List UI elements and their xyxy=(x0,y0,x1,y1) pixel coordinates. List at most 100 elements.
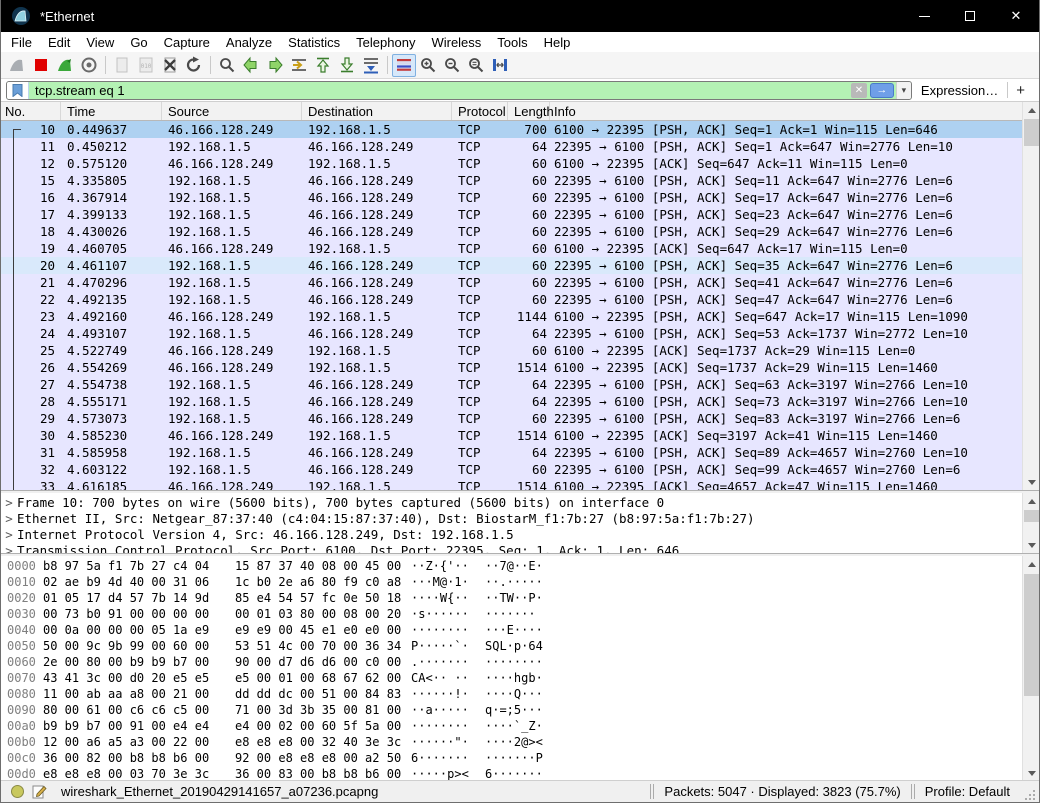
capture-options-icon[interactable] xyxy=(77,54,101,77)
hex-row-0070[interactable]: 007043 41 3c 00 d0 20 e5 e5e5 00 01 00 6… xyxy=(1,670,1024,686)
hex-row-00b0[interactable]: 00b012 00 a6 a5 a3 00 22 00e8 e8 e8 00 3… xyxy=(1,734,1024,750)
hex-row-0040[interactable]: 004000 0a 00 00 00 05 1a e9e9 e9 00 45 e… xyxy=(1,622,1024,638)
menu-analyze[interactable]: Analyze xyxy=(218,33,280,52)
go-back-icon[interactable] xyxy=(239,54,263,77)
menu-telephony[interactable]: Telephony xyxy=(348,33,423,52)
hex-row-00c0[interactable]: 00c036 00 82 00 b8 b8 b6 0092 00 e8 e8 e… xyxy=(1,750,1024,766)
hex-row-0080[interactable]: 008011 00 ab aa a8 00 21 00dd dd dc 00 5… xyxy=(1,686,1024,702)
scroll-down-icon[interactable] xyxy=(1023,474,1040,490)
packet-row-16[interactable]: 164.367914192.168.1.546.166.128.249TCP60… xyxy=(1,189,1024,206)
packet-row-10[interactable]: 100.44963746.166.128.249192.168.1.5TCP70… xyxy=(1,121,1024,138)
hex-row-0020[interactable]: 002001 05 17 d4 57 7b 14 9d85 e4 54 57 f… xyxy=(1,590,1024,606)
filter-apply-button[interactable]: → xyxy=(870,83,894,98)
go-first-packet-icon[interactable] xyxy=(311,54,335,77)
capture-comment-icon[interactable] xyxy=(32,784,47,799)
menu-tools[interactable]: Tools xyxy=(489,33,535,52)
menu-capture[interactable]: Capture xyxy=(156,33,218,52)
packet-list-scrollbar[interactable] xyxy=(1022,102,1039,490)
expand-chevron-icon[interactable]: > xyxy=(1,495,17,511)
scrollbar-thumb[interactable] xyxy=(1024,119,1039,146)
close-file-icon[interactable] xyxy=(158,54,182,77)
go-to-packet-icon[interactable] xyxy=(287,54,311,77)
resize-grip[interactable] xyxy=(1024,789,1037,802)
open-file-icon[interactable] xyxy=(110,54,134,77)
column-header-destination[interactable]: Destination xyxy=(302,102,452,120)
menu-statistics[interactable]: Statistics xyxy=(280,33,348,52)
bytes-scrollbar[interactable] xyxy=(1022,556,1039,781)
packet-row-19[interactable]: 194.46070546.166.128.249192.168.1.5TCP60… xyxy=(1,240,1024,257)
reload-icon[interactable] xyxy=(182,54,206,77)
details-scrollbar[interactable] xyxy=(1022,493,1039,553)
hex-row-0010[interactable]: 001002 ae b9 4d 40 00 31 061c b0 2e a6 8… xyxy=(1,574,1024,590)
zoom-out-icon[interactable] xyxy=(440,54,464,77)
scrollbar-thumb[interactable] xyxy=(1024,574,1039,696)
expert-info-icon[interactable] xyxy=(11,785,24,798)
expand-chevron-icon[interactable]: > xyxy=(1,527,17,543)
filter-clear-button[interactable]: ✕ xyxy=(851,83,867,98)
hex-row-0030[interactable]: 003000 73 b0 91 00 00 00 0000 01 03 80 0… xyxy=(1,606,1024,622)
packet-row-18[interactable]: 184.430026192.168.1.546.166.128.249TCP60… xyxy=(1,223,1024,240)
filter-bookmark-button[interactable] xyxy=(7,82,29,99)
packet-row-17[interactable]: 174.399133192.168.1.546.166.128.249TCP60… xyxy=(1,206,1024,223)
packet-row-25[interactable]: 254.52274946.166.128.249192.168.1.5TCP60… xyxy=(1,342,1024,359)
colorize-packets-icon[interactable] xyxy=(392,54,416,77)
filter-add-button[interactable]: + xyxy=(1008,82,1034,99)
auto-scroll-icon[interactable] xyxy=(359,54,383,77)
scroll-up-icon[interactable] xyxy=(1023,102,1040,118)
packet-row-21[interactable]: 214.470296192.168.1.546.166.128.249TCP60… xyxy=(1,274,1024,291)
column-header-source[interactable]: Source xyxy=(162,102,302,120)
packet-row-26[interactable]: 264.55426946.166.128.249192.168.1.5TCP15… xyxy=(1,359,1024,376)
scroll-down-icon[interactable] xyxy=(1023,765,1040,781)
detail-row-3[interactable]: >Transmission Control Protocol, Src Port… xyxy=(1,543,1024,553)
stop-capture-icon[interactable] xyxy=(29,54,53,77)
hex-row-00d0[interactable]: 00d0e8 e8 e8 00 03 70 3e 3c36 00 83 00 b… xyxy=(1,766,1024,781)
column-header-protocol[interactable]: Protocol xyxy=(452,102,508,120)
packet-row-31[interactable]: 314.585958192.168.1.546.166.128.249TCP64… xyxy=(1,444,1024,461)
restart-capture-icon[interactable] xyxy=(53,54,77,77)
packet-row-12[interactable]: 120.57512046.166.128.249192.168.1.5TCP60… xyxy=(1,155,1024,172)
filter-dropdown-button[interactable]: ▾ xyxy=(896,82,911,99)
maximize-button[interactable] xyxy=(947,0,993,32)
hex-row-0060[interactable]: 00602e 00 80 00 b9 b9 b7 0090 00 d7 d6 d… xyxy=(1,654,1024,670)
packet-row-11[interactable]: 110.450212192.168.1.546.166.128.249TCP64… xyxy=(1,138,1024,155)
expand-chevron-icon[interactable]: > xyxy=(1,543,17,553)
scrollbar-thumb[interactable] xyxy=(1024,510,1039,522)
minimize-button[interactable] xyxy=(901,0,947,32)
column-header-time[interactable]: Time xyxy=(61,102,162,120)
hex-row-0050[interactable]: 005050 00 9c 9b 99 00 60 0053 51 4c 00 7… xyxy=(1,638,1024,654)
packet-row-20[interactable]: 204.461107192.168.1.546.166.128.249TCP60… xyxy=(1,257,1024,274)
detail-row-0[interactable]: >Frame 10: 700 bytes on wire (5600 bits)… xyxy=(1,495,1024,511)
profile-label[interactable]: Profile: Default xyxy=(925,784,1010,799)
packet-row-30[interactable]: 304.58523046.166.128.249192.168.1.5TCP15… xyxy=(1,427,1024,444)
column-header-length[interactable]: Length xyxy=(508,102,550,120)
menu-help[interactable]: Help xyxy=(536,33,579,52)
go-last-packet-icon[interactable] xyxy=(335,54,359,77)
menu-go[interactable]: Go xyxy=(122,33,155,52)
packet-row-23[interactable]: 234.49216046.166.128.249192.168.1.5TCP11… xyxy=(1,308,1024,325)
packet-row-24[interactable]: 244.493107192.168.1.546.166.128.249TCP64… xyxy=(1,325,1024,342)
packet-row-28[interactable]: 284.555171192.168.1.546.166.128.249TCP64… xyxy=(1,393,1024,410)
menu-view[interactable]: View xyxy=(78,33,122,52)
expand-chevron-icon[interactable]: > xyxy=(1,511,17,527)
expression-button[interactable]: Expression… xyxy=(912,83,1007,98)
start-capture-icon[interactable] xyxy=(5,54,29,77)
hex-row-00a0[interactable]: 00a0b9 b9 b7 00 91 00 e4 e4e4 00 02 00 6… xyxy=(1,718,1024,734)
packet-row-33[interactable]: 334.61618546.166.128.249192.168.1.5TCP15… xyxy=(1,478,1024,490)
scroll-down-icon[interactable] xyxy=(1023,537,1040,553)
scroll-up-icon[interactable] xyxy=(1023,493,1040,509)
hex-row-0000[interactable]: 0000b8 97 5a f1 7b 27 c4 0415 87 37 40 0… xyxy=(1,558,1024,574)
zoom-reset-icon[interactable] xyxy=(464,54,488,77)
save-file-icon[interactable]: 010 xyxy=(134,54,158,77)
detail-row-2[interactable]: >Internet Protocol Version 4, Src: 46.16… xyxy=(1,527,1024,543)
find-packet-icon[interactable] xyxy=(215,54,239,77)
display-filter-input[interactable] xyxy=(29,82,851,99)
hex-row-0090[interactable]: 009080 00 61 00 c6 c6 c5 0071 00 3d 3b 3… xyxy=(1,702,1024,718)
resize-columns-icon[interactable] xyxy=(488,54,512,77)
packet-row-32[interactable]: 324.603122192.168.1.546.166.128.249TCP60… xyxy=(1,461,1024,478)
detail-row-1[interactable]: >Ethernet II, Src: Netgear_87:37:40 (c4:… xyxy=(1,511,1024,527)
menu-file[interactable]: File xyxy=(3,33,40,52)
menu-edit[interactable]: Edit xyxy=(40,33,78,52)
packet-row-29[interactable]: 294.573073192.168.1.546.166.128.249TCP60… xyxy=(1,410,1024,427)
packet-row-27[interactable]: 274.554738192.168.1.546.166.128.249TCP64… xyxy=(1,376,1024,393)
close-button[interactable]: ✕ xyxy=(993,0,1039,32)
